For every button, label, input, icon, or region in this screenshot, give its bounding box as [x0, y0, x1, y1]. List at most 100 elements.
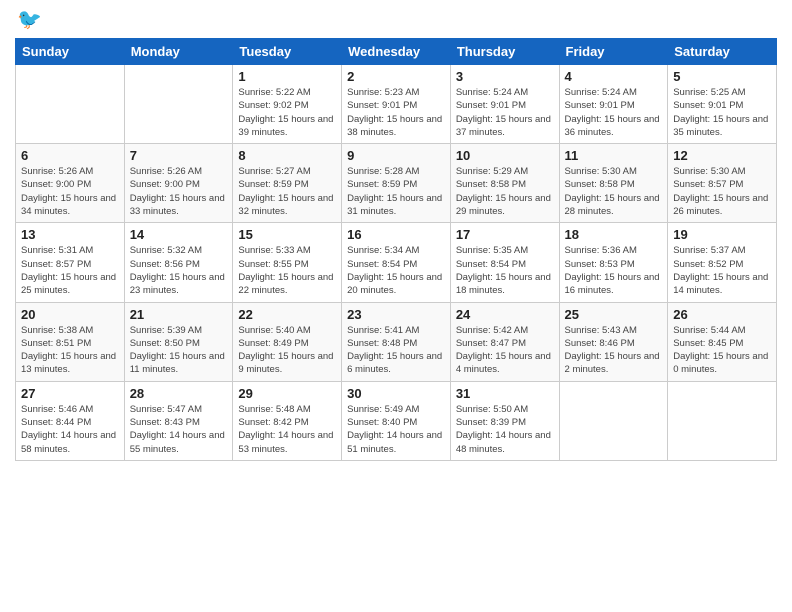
day-info: Sunrise: 5:23 AM Sunset: 9:01 PM Dayligh… — [347, 86, 445, 139]
calendar-cell: 16 Sunrise: 5:34 AM Sunset: 8:54 PM Dayli… — [342, 223, 451, 302]
calendar-cell: 27 Sunrise: 5:46 AM Sunset: 8:44 PM Dayli… — [16, 381, 125, 460]
calendar-cell: 1Sunrise: 5:22 AM Sunset: 9:02 PM Daylig… — [233, 65, 342, 144]
calendar-cell: 6 Sunrise: 5:26 AM Sunset: 9:00 PM Daylig… — [16, 144, 125, 223]
weekday-header-tuesday: Tuesday — [233, 39, 342, 65]
day-number: 19 — [673, 227, 771, 242]
calendar-cell: 5 Sunrise: 5:25 AM Sunset: 9:01 PM Daylig… — [668, 65, 777, 144]
calendar-cell: 9 Sunrise: 5:28 AM Sunset: 8:59 PM Daylig… — [342, 144, 451, 223]
day-number: 15 — [238, 227, 336, 242]
calendar-week-row: 20 Sunrise: 5:38 AM Sunset: 8:51 PM Dayli… — [16, 302, 777, 381]
weekday-header-monday: Monday — [124, 39, 233, 65]
day-number: 5 — [673, 69, 771, 84]
day-info: Sunrise: 5:43 AM Sunset: 8:46 PM Dayligh… — [565, 324, 663, 377]
day-number: 16 — [347, 227, 445, 242]
calendar-week-row: 13 Sunrise: 5:31 AM Sunset: 8:57 PM Dayli… — [16, 223, 777, 302]
calendar-week-row: 27 Sunrise: 5:46 AM Sunset: 8:44 PM Dayli… — [16, 381, 777, 460]
calendar-cell: 10 Sunrise: 5:29 AM Sunset: 8:58 PM Dayli… — [450, 144, 559, 223]
day-number: 31 — [456, 386, 554, 401]
day-info: Sunrise: 5:42 AM Sunset: 8:47 PM Dayligh… — [456, 324, 554, 377]
day-info: Sunrise: 5:25 AM Sunset: 9:01 PM Dayligh… — [673, 86, 771, 139]
day-number: 21 — [130, 307, 228, 322]
calendar-cell: 31 Sunrise: 5:50 AM Sunset: 8:39 PM Dayli… — [450, 381, 559, 460]
day-number: 9 — [347, 148, 445, 163]
logo: 🐦 — [15, 10, 42, 30]
calendar-cell: 18 Sunrise: 5:36 AM Sunset: 8:53 PM Dayli… — [559, 223, 668, 302]
day-info: Sunrise: 5:46 AM Sunset: 8:44 PM Dayligh… — [21, 403, 119, 456]
calendar-cell: 13 Sunrise: 5:31 AM Sunset: 8:57 PM Dayli… — [16, 223, 125, 302]
day-number: 27 — [21, 386, 119, 401]
day-number: 13 — [21, 227, 119, 242]
header: 🐦 — [15, 10, 777, 30]
calendar-cell: 8Sunrise: 5:27 AM Sunset: 8:59 PM Daylig… — [233, 144, 342, 223]
calendar-week-row: 6 Sunrise: 5:26 AM Sunset: 9:00 PM Daylig… — [16, 144, 777, 223]
day-number: 2 — [347, 69, 445, 84]
calendar-cell — [668, 381, 777, 460]
calendar-cell: 25 Sunrise: 5:43 AM Sunset: 8:46 PM Dayli… — [559, 302, 668, 381]
day-info: Sunrise: 5:26 AM Sunset: 9:00 PM Dayligh… — [21, 165, 119, 218]
day-info: Sunrise: 5:49 AM Sunset: 8:40 PM Dayligh… — [347, 403, 445, 456]
day-info: Sunrise: 5:31 AM Sunset: 8:57 PM Dayligh… — [21, 244, 119, 297]
weekday-header-wednesday: Wednesday — [342, 39, 451, 65]
calendar-cell: 20 Sunrise: 5:38 AM Sunset: 8:51 PM Dayli… — [16, 302, 125, 381]
day-info: Sunrise: 5:34 AM Sunset: 8:54 PM Dayligh… — [347, 244, 445, 297]
day-info: Sunrise: 5:35 AM Sunset: 8:54 PM Dayligh… — [456, 244, 554, 297]
day-info: Sunrise: 5:36 AM Sunset: 8:53 PM Dayligh… — [565, 244, 663, 297]
day-number: 10 — [456, 148, 554, 163]
calendar-table: SundayMondayTuesdayWednesdayThursdayFrid… — [15, 38, 777, 461]
calendar-cell: 29 Sunrise: 5:48 AM Sunset: 8:42 PM Dayli… — [233, 381, 342, 460]
weekday-header-sunday: Sunday — [16, 39, 125, 65]
day-info: Sunrise: 5:50 AM Sunset: 8:39 PM Dayligh… — [456, 403, 554, 456]
calendar-cell: 11 Sunrise: 5:30 AM Sunset: 8:58 PM Dayli… — [559, 144, 668, 223]
day-info: Sunrise: 5:32 AM Sunset: 8:56 PM Dayligh… — [130, 244, 228, 297]
calendar-cell: 2 Sunrise: 5:23 AM Sunset: 9:01 PM Daylig… — [342, 65, 451, 144]
day-number: 12 — [673, 148, 771, 163]
calendar-cell: 21 Sunrise: 5:39 AM Sunset: 8:50 PM Dayli… — [124, 302, 233, 381]
page: 🐦 SundayMondayTuesdayWednesdayThursdayFr… — [0, 0, 792, 612]
calendar-cell: 7Sunrise: 5:26 AM Sunset: 9:00 PM Daylig… — [124, 144, 233, 223]
day-number: 28 — [130, 386, 228, 401]
day-info: Sunrise: 5:41 AM Sunset: 8:48 PM Dayligh… — [347, 324, 445, 377]
day-info: Sunrise: 5:39 AM Sunset: 8:50 PM Dayligh… — [130, 324, 228, 377]
calendar-cell — [16, 65, 125, 144]
day-number: 11 — [565, 148, 663, 163]
day-info: Sunrise: 5:37 AM Sunset: 8:52 PM Dayligh… — [673, 244, 771, 297]
day-info: Sunrise: 5:48 AM Sunset: 8:42 PM Dayligh… — [238, 403, 336, 456]
day-info: Sunrise: 5:24 AM Sunset: 9:01 PM Dayligh… — [565, 86, 663, 139]
calendar-cell: 22Sunrise: 5:40 AM Sunset: 8:49 PM Dayli… — [233, 302, 342, 381]
logo-bird-icon: 🐦 — [17, 10, 42, 30]
day-info: Sunrise: 5:38 AM Sunset: 8:51 PM Dayligh… — [21, 324, 119, 377]
day-number: 18 — [565, 227, 663, 242]
day-info: Sunrise: 5:29 AM Sunset: 8:58 PM Dayligh… — [456, 165, 554, 218]
day-info: Sunrise: 5:40 AM Sunset: 8:49 PM Dayligh… — [238, 324, 336, 377]
day-number: 20 — [21, 307, 119, 322]
day-number: 17 — [456, 227, 554, 242]
day-number: 14 — [130, 227, 228, 242]
calendar-cell: 14 Sunrise: 5:32 AM Sunset: 8:56 PM Dayli… — [124, 223, 233, 302]
weekday-header-thursday: Thursday — [450, 39, 559, 65]
calendar-cell: 23 Sunrise: 5:41 AM Sunset: 8:48 PM Dayli… — [342, 302, 451, 381]
weekday-header-saturday: Saturday — [668, 39, 777, 65]
day-number: 6 — [21, 148, 119, 163]
calendar-cell: 3Sunrise: 5:24 AM Sunset: 9:01 PM Daylig… — [450, 65, 559, 144]
day-number: 7 — [130, 148, 228, 163]
day-number: 25 — [565, 307, 663, 322]
day-info: Sunrise: 5:28 AM Sunset: 8:59 PM Dayligh… — [347, 165, 445, 218]
day-number: 8 — [238, 148, 336, 163]
calendar-cell: 4 Sunrise: 5:24 AM Sunset: 9:01 PM Daylig… — [559, 65, 668, 144]
weekday-header-friday: Friday — [559, 39, 668, 65]
calendar-cell: 15Sunrise: 5:33 AM Sunset: 8:55 PM Dayli… — [233, 223, 342, 302]
day-number: 3 — [456, 69, 554, 84]
day-info: Sunrise: 5:22 AM Sunset: 9:02 PM Dayligh… — [238, 86, 336, 139]
calendar-cell: 26Sunrise: 5:44 AM Sunset: 8:45 PM Dayli… — [668, 302, 777, 381]
weekday-header-row: SundayMondayTuesdayWednesdayThursdayFrid… — [16, 39, 777, 65]
day-info: Sunrise: 5:30 AM Sunset: 8:57 PM Dayligh… — [673, 165, 771, 218]
day-number: 29 — [238, 386, 336, 401]
day-info: Sunrise: 5:47 AM Sunset: 8:43 PM Dayligh… — [130, 403, 228, 456]
calendar-cell: 30Sunrise: 5:49 AM Sunset: 8:40 PM Dayli… — [342, 381, 451, 460]
day-number: 23 — [347, 307, 445, 322]
day-number: 26 — [673, 307, 771, 322]
day-info: Sunrise: 5:30 AM Sunset: 8:58 PM Dayligh… — [565, 165, 663, 218]
day-number: 24 — [456, 307, 554, 322]
calendar-cell: 28 Sunrise: 5:47 AM Sunset: 8:43 PM Dayli… — [124, 381, 233, 460]
day-number: 4 — [565, 69, 663, 84]
